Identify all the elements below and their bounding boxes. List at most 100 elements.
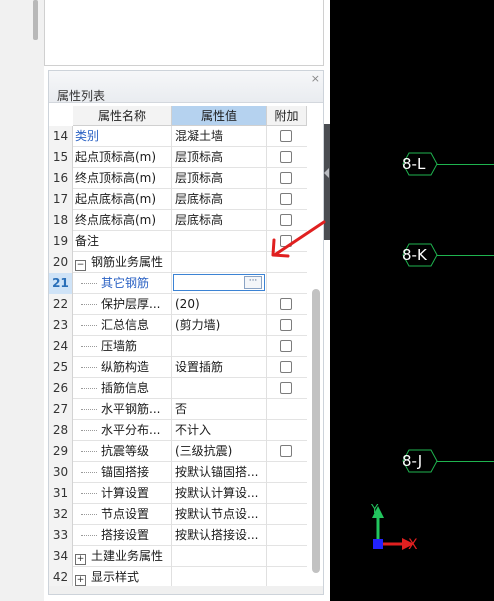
extra-checkbox[interactable] <box>280 445 292 457</box>
tree-guide-line <box>81 388 97 389</box>
tree-guide-line <box>81 535 97 536</box>
tree-guide-line <box>81 493 97 494</box>
property-value[interactable]: 不计入 <box>172 420 267 441</box>
property-value-label: (三级抗震) <box>175 444 233 458</box>
extra-checkbox[interactable] <box>280 298 292 310</box>
extra-checkbox[interactable] <box>280 172 292 184</box>
property-row[interactable]: 28 水平分布... 不计入 <box>49 420 307 441</box>
property-name: + 土建业务属性 <box>73 546 172 567</box>
property-row[interactable]: 23 汇总信息 (剪力墙) <box>49 315 307 336</box>
property-name-label: 起点底标高(m) <box>75 192 157 206</box>
extra-checkbox[interactable] <box>280 340 292 352</box>
property-name-label: 其它钢筋 <box>101 276 150 290</box>
property-name: 搭接设置 <box>73 525 172 546</box>
property-value[interactable] <box>172 378 267 399</box>
horizontal-scrollbar[interactable] <box>49 586 323 594</box>
property-name-label: 抗震等级 <box>101 444 150 458</box>
property-value[interactable]: 按默认搭接设... <box>172 525 267 546</box>
property-value[interactable]: 层底标高 <box>172 189 267 210</box>
property-row[interactable]: 42 + 显示样式 <box>49 567 307 588</box>
property-row[interactable]: 27 水平钢筋... 否 <box>49 399 307 420</box>
property-value-label: 层顶标高 <box>175 171 224 185</box>
property-value[interactable]: 设置插筋 <box>172 357 267 378</box>
property-row[interactable]: 16 终点顶标高(m) 层顶标高 <box>49 168 307 189</box>
property-name: 计算设置 <box>73 483 172 504</box>
axis-label-8-l[interactable]: 8-L <box>400 152 440 176</box>
row-number: 42 <box>49 567 73 588</box>
property-value[interactable]: 按默认节点设... <box>172 504 267 525</box>
property-value[interactable]: (剪力墙) <box>172 315 267 336</box>
property-value[interactable]: (20) <box>172 294 267 315</box>
property-value[interactable] <box>172 252 267 273</box>
property-name-label: 搭接设置 <box>101 528 150 542</box>
expand-icon[interactable]: + <box>75 554 86 565</box>
property-value[interactable] <box>172 231 267 252</box>
property-value-label: 设置插筋 <box>175 360 224 374</box>
property-value[interactable] <box>172 336 267 357</box>
property-value[interactable]: 混凝土墙 <box>172 126 267 147</box>
property-name-label: 压墙筋 <box>101 339 138 353</box>
property-value-label: 混凝土墙 <box>175 129 224 143</box>
property-row[interactable]: 24 压墙筋 <box>49 336 307 357</box>
property-row[interactable]: 22 保护层厚... (20) <box>49 294 307 315</box>
property-value[interactable]: (三级抗震) <box>172 441 267 462</box>
row-number: 31 <box>49 483 73 504</box>
extra-cell <box>267 168 307 189</box>
property-row[interactable]: 32 节点设置 按默认节点设... <box>49 504 307 525</box>
ellipsis-button[interactable]: ··· <box>244 276 262 289</box>
property-row[interactable]: 30 锚固搭接 按默认锚固搭... <box>49 462 307 483</box>
property-row[interactable]: 14 类别 混凝土墙 <box>49 126 307 147</box>
panel-title-bar: 属性列表 × <box>49 71 323 103</box>
property-value[interactable]: 层底标高 <box>172 210 267 231</box>
close-icon[interactable]: × <box>311 72 320 85</box>
property-value[interactable]: 按默认计算设... <box>172 483 267 504</box>
property-value[interactable]: 层顶标高 <box>172 147 267 168</box>
property-value[interactable]: 按默认锚固搭... <box>172 462 267 483</box>
tree-guide-line <box>81 472 97 473</box>
axis-line-8-k <box>437 255 494 256</box>
property-value-label: 层底标高 <box>175 213 224 227</box>
extra-checkbox[interactable] <box>280 151 292 163</box>
property-row[interactable]: 34 + 土建业务属性 <box>49 546 307 567</box>
extra-checkbox[interactable] <box>280 130 292 142</box>
property-row[interactable]: 25 纵筋构造 设置插筋 <box>49 357 307 378</box>
property-name-label: 汇总信息 <box>101 318 150 332</box>
row-number: 14 <box>49 126 73 147</box>
axis-label-8-j[interactable]: 8-J <box>400 449 440 473</box>
property-value[interactable]: 否 <box>172 399 267 420</box>
tree-guide-line <box>81 409 97 410</box>
extra-checkbox[interactable] <box>280 361 292 373</box>
row-number: 27 <box>49 399 73 420</box>
left-scrollbar[interactable] <box>33 0 38 40</box>
property-value[interactable]: ··· <box>172 273 267 294</box>
property-name-label: 保护层厚... <box>101 297 161 311</box>
property-value-label: 层顶标高 <box>175 150 224 164</box>
property-name: 水平分布... <box>73 420 172 441</box>
property-row[interactable]: 21 其它钢筋 ··· <box>49 273 307 294</box>
extra-checkbox[interactable] <box>280 193 292 205</box>
row-number: 20 <box>49 252 73 273</box>
property-row[interactable]: 29 抗震等级 (三级抗震) <box>49 441 307 462</box>
property-value[interactable]: 层顶标高 <box>172 168 267 189</box>
table-header: 属性名称 属性值 附加 <box>49 106 323 126</box>
row-number: 23 <box>49 315 73 336</box>
axis-label-8-k[interactable]: 8-K <box>400 243 440 267</box>
expand-icon[interactable]: + <box>75 575 86 586</box>
property-row[interactable]: 15 起点顶标高(m) 层顶标高 <box>49 147 307 168</box>
property-row[interactable]: 33 搭接设置 按默认搭接设... <box>49 525 307 546</box>
vertical-scrollbar-thumb[interactable] <box>312 289 320 573</box>
property-row[interactable]: 26 插筋信息 <box>49 378 307 399</box>
extra-cell <box>267 378 307 399</box>
extra-checkbox[interactable] <box>280 319 292 331</box>
extra-checkbox[interactable] <box>280 382 292 394</box>
property-row[interactable]: 31 计算设置 按默认计算设... <box>49 483 307 504</box>
value-edit-field[interactable]: ··· <box>173 274 265 291</box>
property-row[interactable]: 17 起点底标高(m) 层底标高 <box>49 189 307 210</box>
property-name-label: 终点底标高(m) <box>75 213 157 227</box>
row-number: 32 <box>49 504 73 525</box>
row-number: 30 <box>49 462 73 483</box>
tree-guide-line <box>81 346 97 347</box>
property-value[interactable] <box>172 546 267 567</box>
property-value[interactable] <box>172 567 267 588</box>
collapse-icon[interactable]: − <box>75 260 86 271</box>
